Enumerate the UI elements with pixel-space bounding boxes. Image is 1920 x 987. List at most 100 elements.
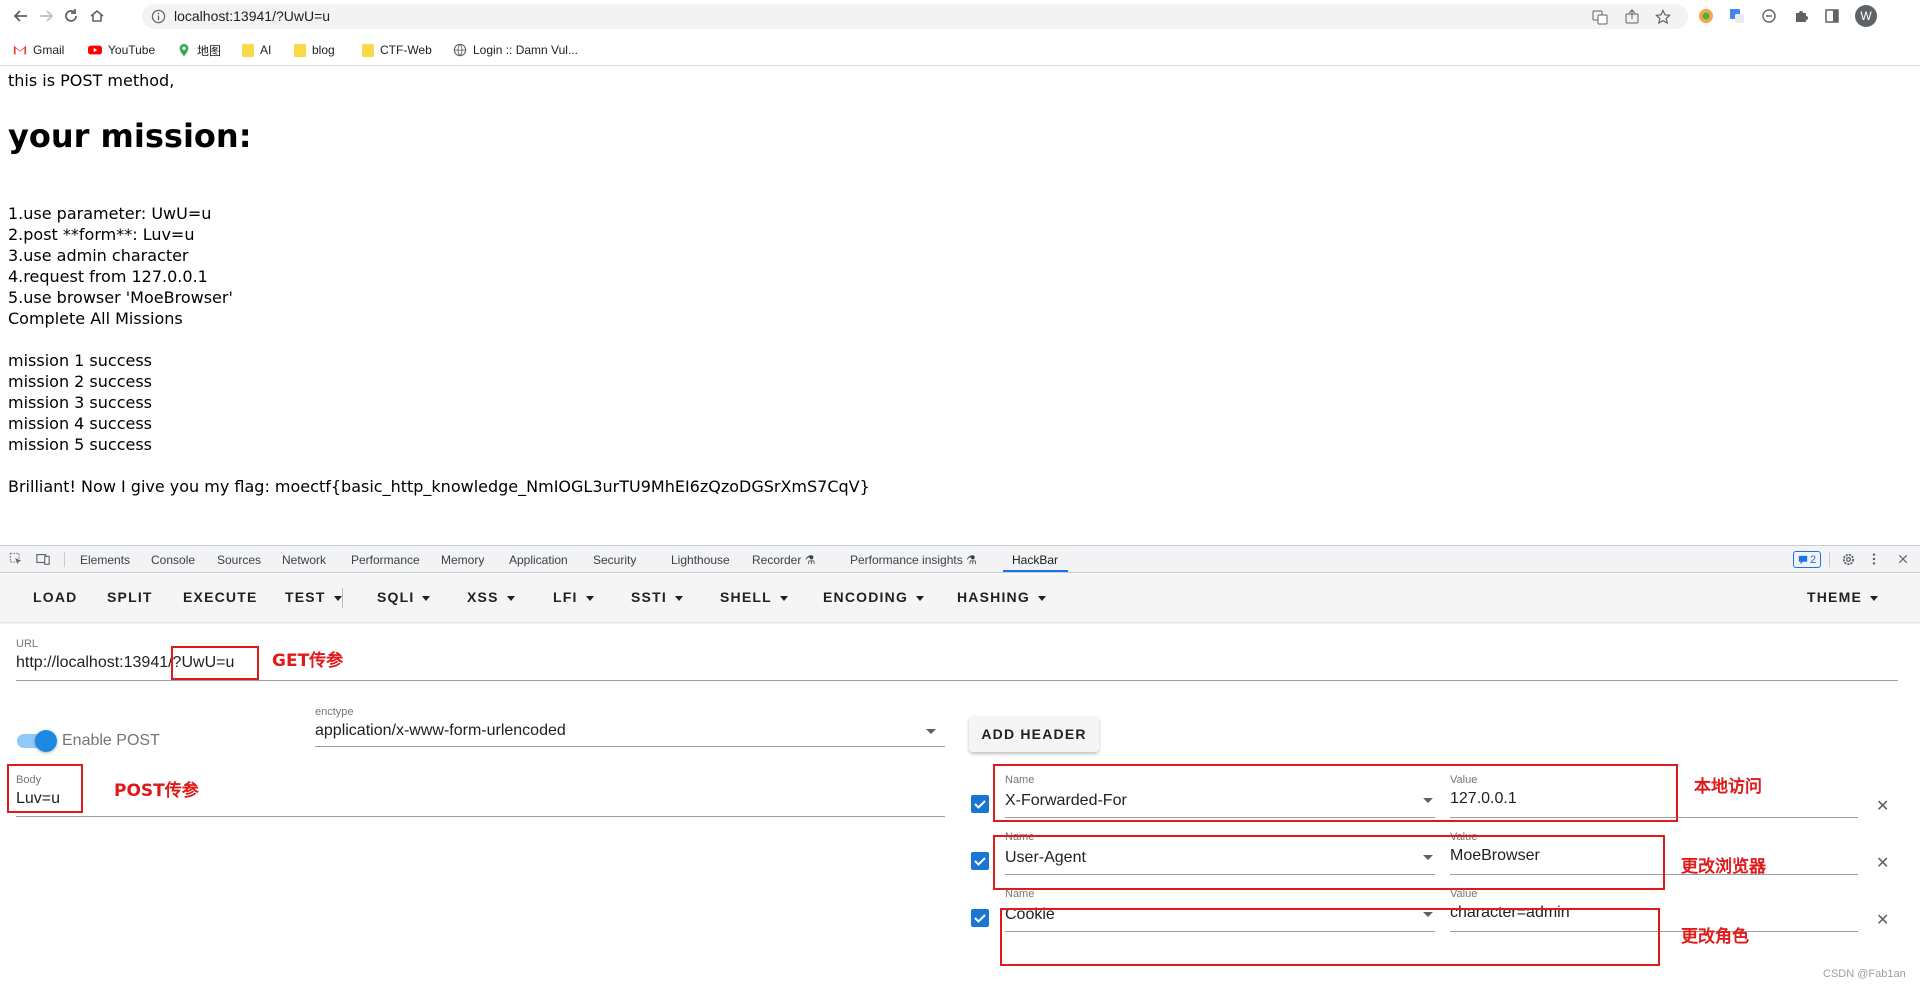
devtools-close-button[interactable] <box>1895 551 1911 567</box>
tab-recorder[interactable]: Recorder ⚗ <box>752 553 815 567</box>
translate-extension[interactable] <box>1728 7 1746 25</box>
enctype-select[interactable]: application/x-www-form-urlencoded <box>315 722 566 740</box>
shell-menu[interactable]: SHELL <box>720 589 788 605</box>
test-menu[interactable]: TEST <box>285 589 342 605</box>
header-3-checkbox[interactable] <box>971 909 989 927</box>
inspect-element-button[interactable] <box>8 551 24 567</box>
chevron-down-icon <box>585 595 594 601</box>
bookmark-blog[interactable]: blog <box>294 42 335 58</box>
minus-circle-icon <box>1762 9 1776 23</box>
enctype-underline <box>315 746 945 747</box>
header-2-remove-button[interactable]: ✕ <box>1876 853 1889 873</box>
gear-icon <box>1842 553 1854 565</box>
execute-button[interactable]: EXECUTE <box>183 589 258 605</box>
device-toolbar-button[interactable] <box>35 551 51 567</box>
shell-menu-label: SHELL <box>720 589 772 605</box>
home-icon <box>90 9 104 22</box>
header-1-remove-button[interactable]: ✕ <box>1876 796 1889 816</box>
extensions-button[interactable] <box>1792 7 1810 25</box>
colorful-extension-icon <box>1699 9 1713 23</box>
share-icon[interactable] <box>1624 9 1640 25</box>
extension-icon[interactable] <box>1697 7 1715 25</box>
url-label: URL <box>16 638 39 650</box>
devtools-more-button[interactable] <box>1866 551 1882 567</box>
check-icon <box>974 857 986 866</box>
ssti-menu[interactable]: SSTI <box>631 589 683 605</box>
test-menu-label: TEST <box>285 589 326 605</box>
bookmark-ctf-web[interactable]: CTF-Web <box>362 42 432 58</box>
chevron-down-icon <box>1037 595 1046 601</box>
load-button[interactable]: LOAD <box>33 589 77 605</box>
maps-pin-icon <box>179 43 189 57</box>
lfi-menu[interactable]: LFI <box>553 589 594 605</box>
tab-recorder-label: Recorder <box>752 553 802 567</box>
mission-item: 5.use browser 'MoeBrowser' <box>8 288 233 307</box>
sqli-menu[interactable]: SQLI <box>377 589 431 605</box>
bookmark-dvwa[interactable]: Login :: Damn Vul... <box>453 42 578 58</box>
chevron-down-icon <box>333 595 342 601</box>
watermark: CSDN @Fab1an <box>1823 968 1906 980</box>
tab-application[interactable]: Application <box>509 553 568 567</box>
body-underline <box>16 816 945 817</box>
mission-item: 2.post **form**: Luv=u <box>8 225 195 244</box>
bookmark-gmail[interactable]: Gmail <box>13 42 64 58</box>
tab-memory[interactable]: Memory <box>441 553 484 567</box>
enable-post-toggle-thumb[interactable] <box>35 730 57 752</box>
result-item: mission 3 success <box>8 393 153 412</box>
tab-performance-insights[interactable]: Performance insights ⚗ <box>850 553 977 567</box>
side-panel-button[interactable] <box>1823 7 1841 25</box>
tab-hackbar[interactable]: HackBar <box>1012 553 1058 567</box>
encoding-menu[interactable]: ENCODING <box>823 589 925 605</box>
star-icon[interactable] <box>1655 9 1671 25</box>
mission-item: 3.use admin character <box>8 246 189 265</box>
address-bar[interactable]: localhost:13941/?UwU=u <box>142 4 1688 29</box>
bookmark-label: Gmail <box>33 43 65 57</box>
translate-icon[interactable] <box>1592 9 1608 25</box>
theme-menu[interactable]: THEME <box>1807 589 1878 605</box>
arrow-left-icon <box>13 10 27 22</box>
check-icon <box>974 914 986 923</box>
inspect-icon <box>9 552 22 565</box>
change-browser-note: 更改浏览器 <box>1681 857 1766 877</box>
bookmark-youtube[interactable]: YouTube <box>88 42 155 58</box>
header-1-checkbox[interactable] <box>971 795 989 813</box>
reload-button[interactable] <box>61 6 81 26</box>
folder-icon <box>362 43 374 57</box>
block-extension[interactable] <box>1760 7 1778 25</box>
issues-badge[interactable]: 2 <box>1793 551 1821 568</box>
bookmark-maps[interactable]: 地图 <box>177 42 221 58</box>
tab-lighthouse[interactable]: Lighthouse <box>671 553 730 567</box>
bookmark-ai[interactable]: AI <box>242 42 271 58</box>
tab-sources[interactable]: Sources <box>217 553 261 567</box>
folder-icon <box>294 43 306 57</box>
page-heading: your mission: <box>8 117 252 155</box>
tab-elements[interactable]: Elements <box>80 553 130 567</box>
tab-security[interactable]: Security <box>593 553 636 567</box>
result-item: mission 1 success <box>8 351 153 370</box>
hashing-menu[interactable]: HASHING <box>957 589 1046 605</box>
arrow-right-icon <box>40 10 54 22</box>
bookmark-label: blog <box>312 43 335 57</box>
forward-button[interactable] <box>36 6 56 26</box>
more-vertical-icon <box>1872 553 1876 565</box>
tab-performance[interactable]: Performance <box>351 553 420 567</box>
xss-menu[interactable]: XSS <box>467 589 515 605</box>
globe-icon <box>453 43 467 57</box>
chevron-down-icon <box>674 595 683 601</box>
add-header-button[interactable]: ADD HEADER <box>969 716 1099 752</box>
change-role-note: 更改角色 <box>1681 927 1749 947</box>
profile-avatar[interactable]: W <box>1855 5 1877 27</box>
tab-divider <box>1829 552 1830 567</box>
reload-icon <box>65 9 77 22</box>
close-icon <box>1898 554 1908 564</box>
tab-console[interactable]: Console <box>151 553 195 567</box>
devtools-settings-button[interactable] <box>1840 551 1856 567</box>
home-button[interactable] <box>87 6 107 26</box>
header-2-checkbox[interactable] <box>971 852 989 870</box>
split-button[interactable]: SPLIT <box>107 589 153 605</box>
xss-menu-label: XSS <box>467 589 499 605</box>
tab-network[interactable]: Network <box>282 553 326 567</box>
active-tab-indicator <box>1003 570 1068 572</box>
header-3-remove-button[interactable]: ✕ <box>1876 910 1889 930</box>
back-button[interactable] <box>11 6 31 26</box>
